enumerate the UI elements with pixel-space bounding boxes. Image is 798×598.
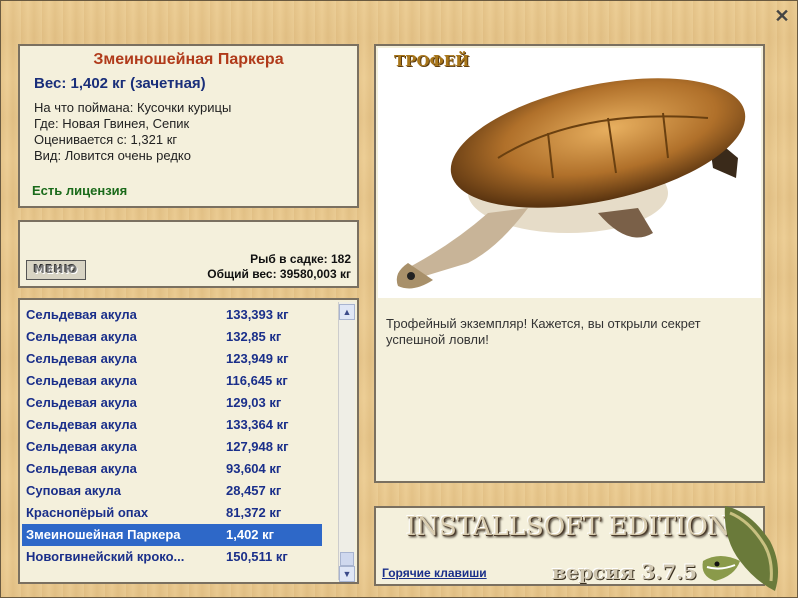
list-item-name: Сельдевая акула (26, 461, 137, 476)
list-item[interactable]: Сельдевая акула 116,645 кг (22, 370, 322, 392)
list-item-name: Сельдевая акула (26, 439, 137, 454)
catch-list: Сельдевая акула 133,393 кг Сельдевая акула… (22, 304, 322, 568)
list-item-weight: 150,511 кг (226, 549, 288, 564)
list-item-weight: 133,364 кг (226, 417, 289, 432)
fish-rarity: Вид: Ловится очень редко (34, 148, 191, 163)
turtle-image (378, 48, 761, 298)
list-item-weight: 127,948 кг (226, 439, 289, 454)
trophy-label: ТРОФЕЙ (394, 52, 470, 70)
license-status: Есть лицензия (32, 183, 128, 198)
list-item-weight: 132,85 кг (226, 329, 282, 344)
fish-place: Где: Новая Гвинея, Сепик (34, 116, 190, 131)
list-item-name: Сельдевая акула (26, 307, 137, 322)
list-item[interactable]: Сельдевая акула 132,85 кг (22, 326, 322, 348)
list-item[interactable]: Краснопёрый опах 81,372 кг (22, 502, 322, 524)
catch-list-panel: Сельдевая акула 133,393 кг Сельдевая акула… (18, 298, 359, 584)
fish-bait: На что поймана: Кусочки курицы (34, 100, 232, 115)
list-item-name: Сельдевая акула (26, 395, 137, 410)
keepnet-total: Общий вес: 39580,003 кг (207, 267, 351, 281)
fish-weight: Вес: 1,402 кг (зачетная) (34, 75, 206, 92)
scroll-down-icon[interactable]: ▼ (339, 566, 355, 582)
list-item-name: Краснопёрый опах (26, 505, 149, 520)
list-item-name: Змеиношейная Паркера (26, 527, 181, 542)
fish-min-weight: Оценивается с: 1,321 кг (34, 132, 178, 147)
list-item-weight: 129,03 кг (226, 395, 282, 410)
scrollbar[interactable]: ▲ ▼ (338, 302, 355, 582)
trophy-description: Трофейный экземпляр! Кажется, вы открыли… (386, 316, 701, 347)
brand-logo: INSTALLSOFT EDITION (406, 512, 731, 542)
list-item[interactable]: Сельдевая акула 127,948 кг (22, 436, 322, 458)
list-item[interactable]: Суповая акула 28,457 кг (22, 480, 322, 502)
menu-button[interactable]: МЕНЮ (26, 260, 86, 280)
list-item-weight: 81,372 кг (226, 505, 282, 520)
list-item-name: Сельдевая акула (26, 329, 137, 344)
list-item[interactable]: Сельдевая акула 133,393 кг (22, 304, 322, 326)
list-item-weight: 93,604 кг (226, 461, 282, 476)
list-item-weight: 123,949 кг (226, 351, 289, 366)
close-icon[interactable]: ✕ (773, 7, 791, 25)
list-item-name: Суповая акула (26, 483, 121, 498)
list-item-name: Сельдевая акула (26, 417, 137, 432)
list-item[interactable]: Сельдевая акула 133,364 кг (22, 414, 322, 436)
list-item-name: Новогвинейский кроко... (26, 549, 185, 564)
list-item-name: Сельдевая акула (26, 373, 137, 388)
fish-info-panel: Змеиношейная Паркера Вес: 1,402 кг (заче… (18, 44, 359, 208)
list-item-weight: 28,457 кг (226, 483, 282, 498)
list-item-weight: 116,645 кг (226, 373, 288, 388)
list-item[interactable]: Сельдевая акула 129,03 кг (22, 392, 322, 414)
list-item-weight: 1,402 кг (226, 527, 275, 542)
version-label: версия 3.7.5 (552, 560, 698, 584)
scrollbar-thumb[interactable] (340, 552, 354, 566)
list-item[interactable]: Сельдевая акула 123,949 кг (22, 348, 322, 370)
trophy-panel: ТРОФЕЙ Трофейный экземпляр! Кажется, вы … (374, 44, 765, 483)
list-item[interactable]: Змеиношейная Паркера 1,402 кг (22, 524, 322, 546)
list-item[interactable]: Новогвинейский кроко... 150,511 кг (22, 546, 322, 568)
fish-name: Змеиношейная Паркера (93, 51, 284, 68)
list-item-name: Сельдевая акула (26, 351, 137, 366)
keepnet-count: Рыб в садке: 182 (250, 252, 351, 266)
list-item[interactable]: Сельдевая акула 93,604 кг (22, 458, 322, 480)
pike-icon (702, 506, 779, 591)
list-item-weight: 133,393 кг (226, 307, 289, 322)
hotkeys-link[interactable]: Горячие клавиши (382, 566, 487, 580)
scroll-up-icon[interactable]: ▲ (339, 304, 355, 320)
keepnet-panel: МЕНЮ Рыб в садке: 182 Общий вес: 39580,0… (18, 220, 359, 288)
